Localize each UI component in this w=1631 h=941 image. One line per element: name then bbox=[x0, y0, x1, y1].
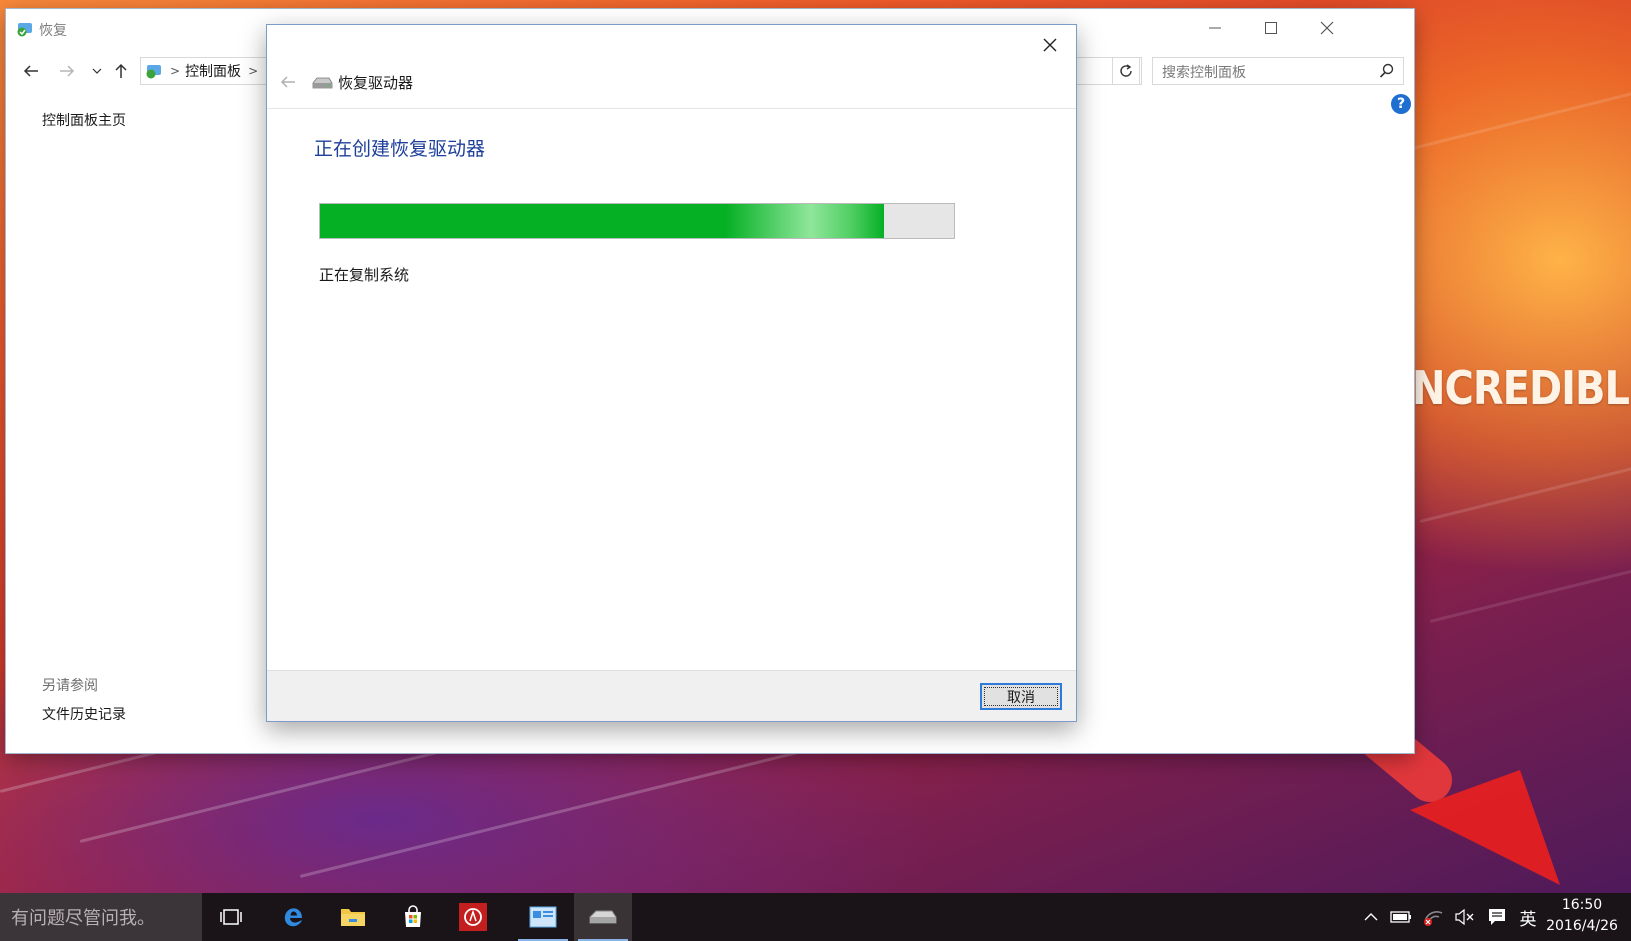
chevron-up-icon bbox=[1364, 913, 1378, 921]
input-method-indicator[interactable]: 英 bbox=[1513, 893, 1543, 941]
dialog-back-button[interactable] bbox=[275, 69, 301, 95]
search-icon bbox=[1379, 63, 1394, 78]
battery-button[interactable] bbox=[1386, 893, 1416, 941]
clock-time[interactable]: 16:50 bbox=[1546, 897, 1618, 913]
close-icon bbox=[1043, 38, 1057, 52]
folder-icon bbox=[341, 909, 365, 926]
chevron-down-icon bbox=[92, 68, 102, 74]
wifi-disconnected-icon bbox=[1424, 911, 1443, 926]
recovery-drive-taskbar-button[interactable] bbox=[574, 893, 632, 941]
edge-browser-button[interactable] bbox=[265, 893, 323, 941]
search-placeholder: 搜索控制面板 bbox=[1162, 65, 1246, 81]
network-button[interactable] bbox=[1418, 893, 1448, 941]
divider bbox=[267, 108, 1076, 109]
file-explorer-button[interactable] bbox=[324, 893, 382, 941]
maximize-button[interactable] bbox=[1248, 13, 1294, 43]
notification-icon bbox=[1489, 909, 1505, 925]
task-view-icon bbox=[220, 909, 242, 925]
breadcrumb-control-panel[interactable]: 控制面板 bbox=[185, 61, 241, 81]
volume-muted-icon bbox=[1455, 909, 1474, 925]
cortana-placeholder: 有问题尽管问我。 bbox=[11, 908, 155, 929]
see-also-heading: 另请参阅 bbox=[42, 678, 98, 694]
dialog-title: 恢复驱动器 bbox=[338, 74, 414, 92]
help-button[interactable]: ? bbox=[1391, 94, 1411, 114]
minimize-button[interactable] bbox=[1192, 13, 1238, 43]
wallpaper-text: NCREDIBLE bbox=[1412, 362, 1631, 416]
dialog-heading: 正在创建恢复驱动器 bbox=[314, 138, 486, 160]
back-arrow-icon bbox=[23, 65, 38, 77]
red-app-icon bbox=[459, 903, 487, 931]
edge-icon bbox=[284, 908, 302, 927]
recent-locations-button[interactable] bbox=[86, 60, 108, 82]
battery-icon bbox=[1390, 911, 1411, 923]
control-panel-home-link[interactable]: 控制面板主页 bbox=[42, 110, 126, 130]
window-title: 恢复 bbox=[39, 23, 67, 39]
control-panel-taskbar-button[interactable] bbox=[514, 893, 572, 941]
drive-icon bbox=[589, 910, 617, 924]
forward-button[interactable] bbox=[56, 60, 78, 82]
recovery-app-icon bbox=[17, 23, 32, 37]
progress-bar bbox=[319, 203, 955, 239]
back-button[interactable] bbox=[20, 60, 42, 82]
task-view-button[interactable] bbox=[202, 893, 260, 941]
dialog-footer: 取消 bbox=[267, 670, 1076, 721]
refresh-button[interactable] bbox=[1112, 57, 1140, 85]
progress-fill bbox=[320, 204, 885, 238]
search-input[interactable]: 搜索控制面板 bbox=[1152, 57, 1404, 85]
cancel-button[interactable]: 取消 bbox=[980, 683, 1062, 710]
cortana-search-box[interactable]: 有问题尽管问我。 bbox=[0, 893, 202, 941]
store-button[interactable] bbox=[384, 893, 442, 941]
volume-button[interactable] bbox=[1450, 893, 1480, 941]
refresh-icon bbox=[1120, 64, 1132, 77]
dialog-close-button[interactable] bbox=[1030, 29, 1070, 61]
close-icon bbox=[1320, 21, 1334, 35]
action-center-button[interactable] bbox=[1482, 893, 1512, 941]
up-button[interactable] bbox=[110, 60, 132, 82]
up-arrow-icon bbox=[115, 63, 127, 78]
store-icon bbox=[405, 905, 421, 927]
breadcrumb-separator: > bbox=[248, 64, 259, 78]
forward-arrow-icon bbox=[60, 65, 75, 77]
control-panel-icon bbox=[146, 65, 161, 79]
breadcrumb-separator: > bbox=[170, 64, 181, 78]
show-hidden-icons-button[interactable] bbox=[1358, 893, 1384, 941]
file-history-link[interactable]: 文件历史记录 bbox=[42, 704, 126, 724]
clock-date[interactable]: 2016/4/26 bbox=[1540, 918, 1624, 934]
minimize-icon bbox=[1209, 27, 1221, 29]
maximize-icon bbox=[1265, 22, 1277, 34]
taskbar: 有问题尽管问我。 英 16:50 2016/4/26 bbox=[0, 893, 1631, 941]
close-button[interactable] bbox=[1304, 13, 1350, 43]
recovery-drive-dialog: 恢复驱动器 正在创建恢复驱动器 正在复制系统 取消 bbox=[266, 24, 1077, 722]
app-red-button[interactable] bbox=[444, 893, 502, 941]
back-arrow-icon bbox=[280, 76, 295, 88]
control-panel-icon bbox=[529, 906, 557, 928]
status-text: 正在复制系统 bbox=[319, 266, 410, 284]
drive-icon bbox=[312, 77, 333, 89]
